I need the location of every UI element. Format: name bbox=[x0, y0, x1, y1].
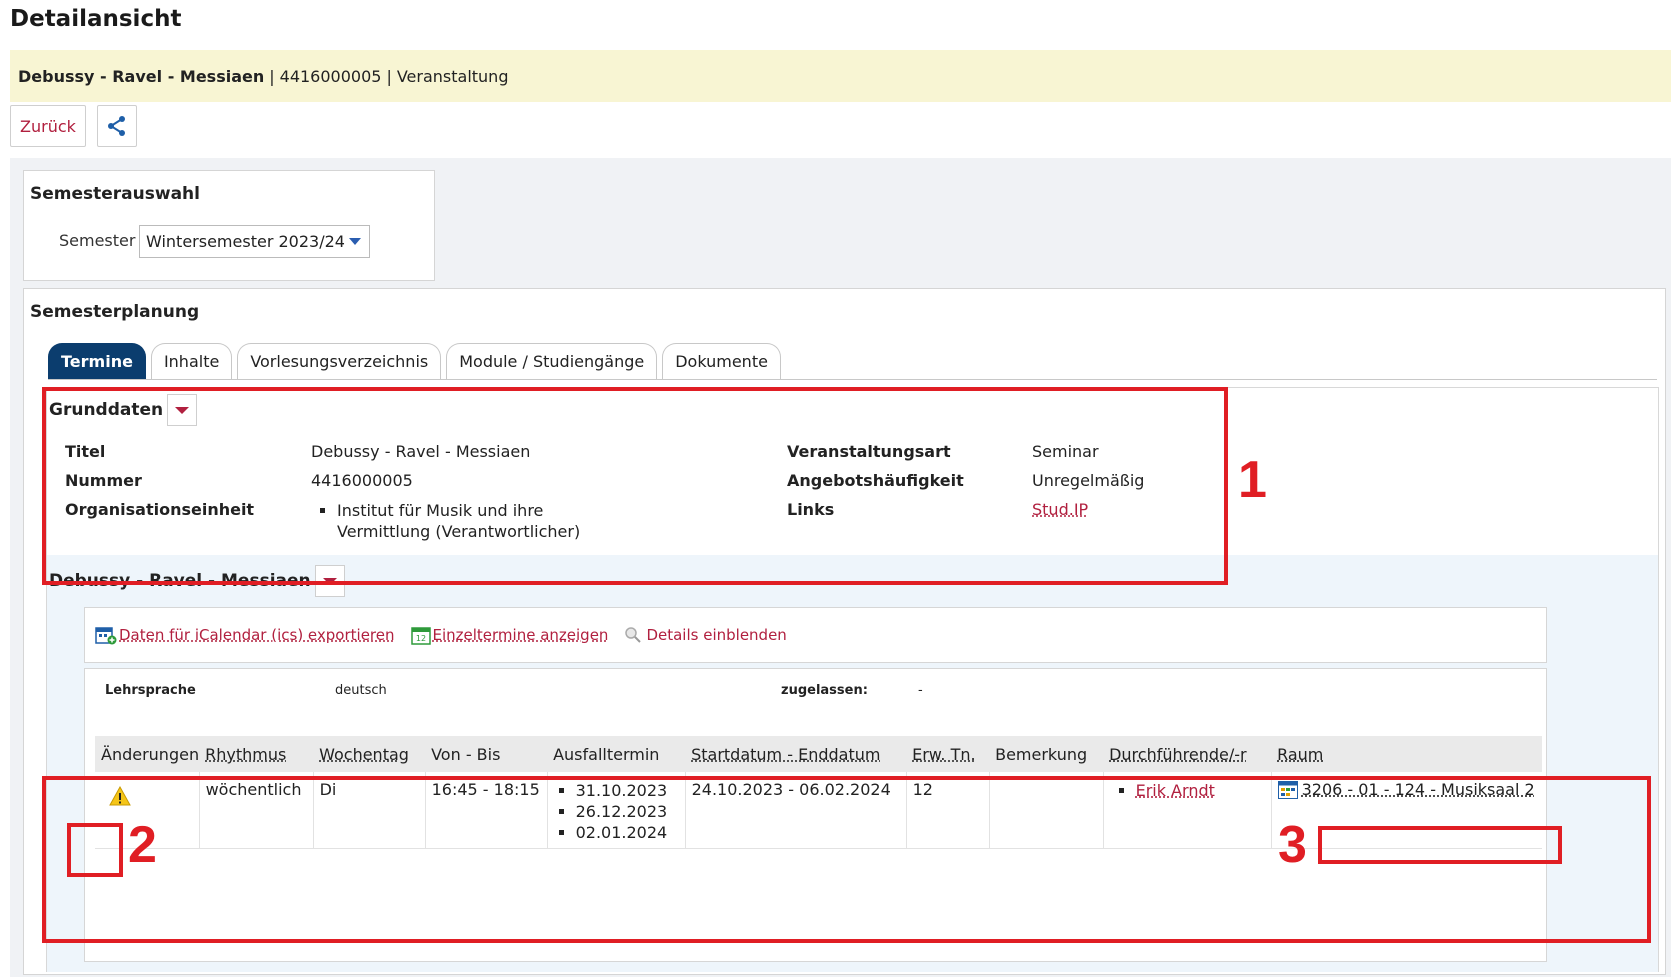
info-course-title: Debussy - Ravel - Messiaen bbox=[18, 66, 265, 86]
back-button[interactable]: Zurück bbox=[10, 105, 86, 147]
col-raum-label: Raum bbox=[1277, 744, 1324, 764]
col-von-bis: Von - Bis bbox=[425, 736, 548, 772]
tab-bar: Termine Inhalte Vorlesungsverzeichnis Mo… bbox=[48, 343, 781, 379]
annotation-box-3 bbox=[1318, 826, 1562, 864]
single-dates-link[interactable]: 12 Einzeltermine anzeigen bbox=[410, 625, 609, 645]
col-wochentag[interactable]: Wochentag bbox=[313, 736, 426, 772]
info-number: 4416000005 bbox=[279, 66, 382, 86]
semester-select[interactable]: Wintersemester 2023/24 bbox=[139, 225, 370, 258]
share-icon bbox=[108, 116, 125, 136]
zugelassen-label: zugelassen: bbox=[781, 683, 868, 698]
ical-export-link[interactable]: Daten für iCalendar (ics) exportieren bbox=[95, 625, 395, 645]
col-raum[interactable]: Raum bbox=[1271, 736, 1542, 772]
table-header-row: Änderungen Rhythmus Wochentag Von - Bis … bbox=[95, 736, 1542, 772]
annotation-number-2: 2 bbox=[128, 816, 157, 874]
magnifier-icon bbox=[625, 627, 642, 643]
calendar-add-icon bbox=[95, 627, 117, 645]
annotation-box-1 bbox=[42, 387, 1228, 585]
col-wochentag-label: Wochentag bbox=[319, 744, 409, 764]
col-start-end-label: Startdatum - Enddatum bbox=[691, 744, 881, 764]
info-type: Veranstaltung bbox=[396, 66, 509, 86]
info-separator: | bbox=[386, 66, 392, 86]
course-info-bar: Debussy - Ravel - Messiaen | 4416000005 … bbox=[10, 50, 1671, 102]
semester-selection-box: Semesterauswahl Semester Wintersemester … bbox=[23, 170, 435, 281]
semester-heading: Semesterauswahl bbox=[30, 184, 200, 204]
planning-heading: Semesterplanung bbox=[30, 302, 200, 322]
col-ausfalltermin: Ausfalltermin bbox=[547, 736, 686, 772]
share-button[interactable] bbox=[97, 105, 137, 147]
semester-selected-value: Wintersemester 2023/24 bbox=[146, 232, 345, 251]
col-durchfuehrende[interactable]: Durchführende/-r bbox=[1103, 736, 1272, 772]
tab-vorlesungsverzeichnis[interactable]: Vorlesungsverzeichnis bbox=[237, 343, 442, 379]
annotation-number-3: 3 bbox=[1278, 816, 1307, 874]
tab-dokumente[interactable]: Dokumente bbox=[662, 343, 781, 379]
info-separator: | bbox=[269, 66, 275, 86]
show-details-link[interactable]: Details einblenden bbox=[624, 626, 787, 644]
col-rhythmus[interactable]: Rhythmus bbox=[199, 736, 314, 772]
show-details-label: Details einblenden bbox=[646, 626, 787, 644]
single-dates-label: Einzeltermine anzeigen bbox=[432, 626, 609, 644]
calendar-icon: 12 bbox=[410, 627, 431, 645]
page-title: Detailansicht bbox=[10, 6, 182, 32]
col-start-end[interactable]: Startdatum - Enddatum bbox=[685, 736, 907, 772]
col-erw-tn-label: Erw. Tn. bbox=[912, 744, 976, 764]
tab-termine[interactable]: Termine bbox=[48, 343, 146, 379]
tab-divider bbox=[48, 379, 1657, 380]
annotation-box-2 bbox=[67, 823, 123, 877]
col-bemerkung: Bemerkung bbox=[989, 736, 1104, 772]
ical-export-label: Daten für iCalendar (ics) exportieren bbox=[119, 626, 395, 644]
col-durchfuehrende-label: Durchführende/-r bbox=[1109, 744, 1247, 764]
svg-text:12: 12 bbox=[415, 634, 425, 643]
tab-inhalte[interactable]: Inhalte bbox=[150, 343, 233, 379]
col-erw-tn[interactable]: Erw. Tn. bbox=[906, 736, 990, 772]
zugelassen-value: - bbox=[918, 683, 923, 698]
col-rhythmus-label: Rhythmus bbox=[205, 744, 287, 764]
col-aenderungen: Änderungen bbox=[95, 736, 200, 772]
action-bar: Daten für iCalendar (ics) exportieren 12… bbox=[84, 607, 1547, 663]
annotation-number-1: 1 bbox=[1238, 451, 1267, 509]
lehrsprache-value: deutsch bbox=[335, 683, 387, 698]
tab-module-studiengaenge[interactable]: Module / Studiengänge bbox=[446, 343, 658, 379]
semester-label: Semester bbox=[59, 231, 136, 250]
lehrsprache-label: Lehrsprache bbox=[105, 683, 196, 698]
chevron-down-icon bbox=[349, 238, 361, 245]
